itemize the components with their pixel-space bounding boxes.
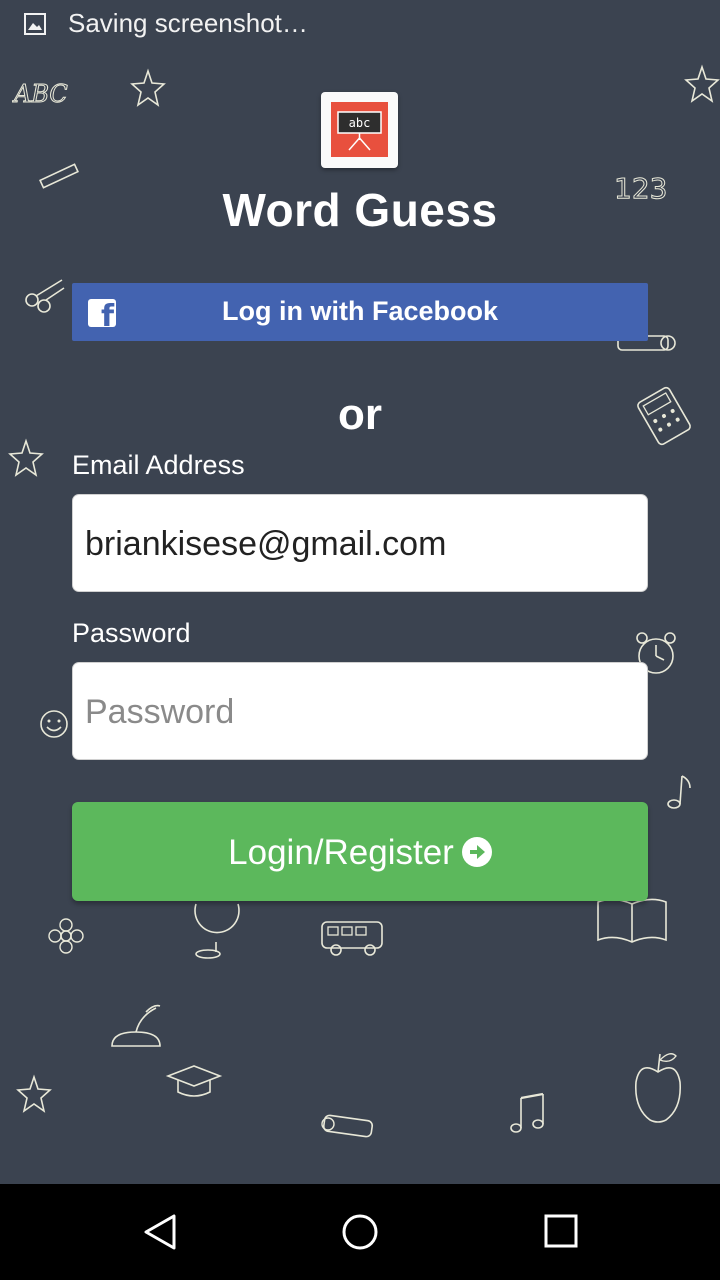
app-logo: abc <box>321 92 398 168</box>
password-field[interactable] <box>83 663 627 761</box>
star-doodle <box>16 1074 52 1114</box>
arrow-circle-right-icon <box>461 836 492 867</box>
or-divider: or <box>338 390 382 439</box>
status-text: Saving screenshot… <box>68 8 308 38</box>
password-label: Password <box>72 618 191 648</box>
facebook-login-label: Log in with Facebook <box>222 296 498 326</box>
recents-square-icon[interactable] <box>542 1212 582 1252</box>
login-register-label: Login/Register <box>228 833 454 872</box>
image-icon <box>24 13 46 35</box>
facebook-login-button[interactable]: f Log in with Facebook <box>72 283 648 341</box>
login-register-button[interactable]: Login/Register <box>72 802 648 901</box>
scissors-doodle <box>22 274 66 314</box>
diploma-doodle <box>316 1106 380 1146</box>
globe-doodle <box>186 902 246 960</box>
graduation-cap-doodle <box>164 1060 224 1106</box>
smiley-doodle <box>38 708 70 740</box>
chalkboard-icon: abc <box>331 102 388 157</box>
email-field-container <box>72 494 648 593</box>
home-circle-icon[interactable] <box>340 1212 380 1252</box>
flower-doodle <box>46 916 86 956</box>
back-triangle-icon[interactable] <box>140 1212 180 1252</box>
status-bar: Saving screenshot… <box>0 0 720 48</box>
app-title: Word Guess <box>222 184 498 236</box>
abc-doodle: ABC <box>12 76 72 110</box>
school-bus-doodle <box>318 916 388 960</box>
svg-text:ABC: ABC <box>12 80 68 108</box>
navigation-bar <box>0 1184 720 1280</box>
music-notes-doodle <box>508 1090 548 1138</box>
email-field[interactable] <box>83 495 627 593</box>
apple-doodle <box>630 1046 686 1126</box>
password-field-container <box>72 662 648 761</box>
star-doodle <box>130 68 166 108</box>
inkwell-doodle <box>106 1002 166 1056</box>
email-label: Email Address <box>72 450 245 480</box>
star-doodle <box>684 64 720 104</box>
star-doodle <box>8 438 44 478</box>
svg-text:abc: abc <box>349 116 371 130</box>
music-note-doodle <box>666 772 694 812</box>
